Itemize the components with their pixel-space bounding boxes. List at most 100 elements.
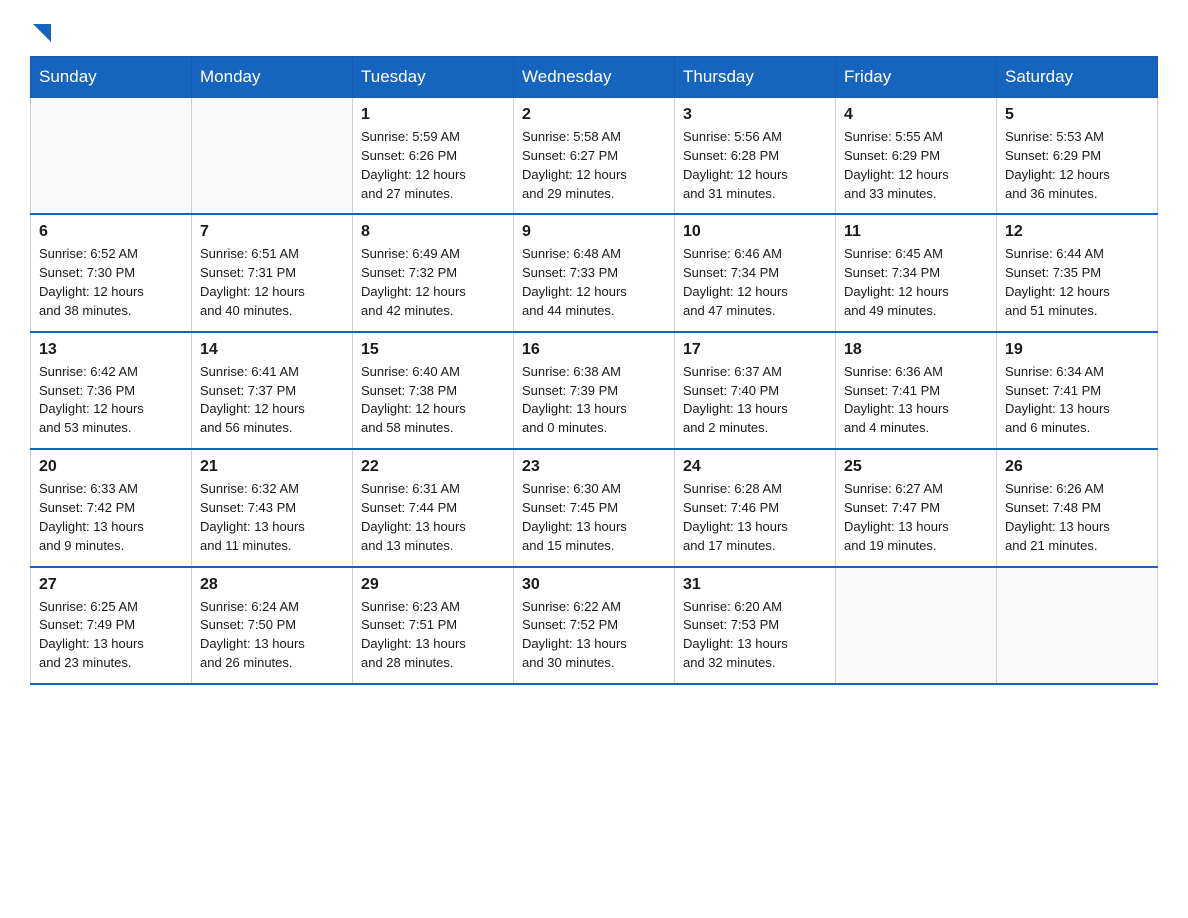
calendar-week-2: 6Sunrise: 6:52 AM Sunset: 7:30 PM Daylig…: [31, 214, 1158, 331]
weekday-header-thursday: Thursday: [675, 57, 836, 98]
calendar-cell: [192, 98, 353, 215]
day-info: Sunrise: 6:49 AM Sunset: 7:32 PM Dayligh…: [361, 245, 505, 320]
calendar-week-3: 13Sunrise: 6:42 AM Sunset: 7:36 PM Dayli…: [31, 332, 1158, 449]
day-info: Sunrise: 6:45 AM Sunset: 7:34 PM Dayligh…: [844, 245, 988, 320]
weekday-header-sunday: Sunday: [31, 57, 192, 98]
day-info: Sunrise: 6:36 AM Sunset: 7:41 PM Dayligh…: [844, 363, 988, 438]
calendar-header: SundayMondayTuesdayWednesdayThursdayFrid…: [31, 57, 1158, 98]
day-number: 15: [361, 341, 505, 359]
day-info: Sunrise: 6:33 AM Sunset: 7:42 PM Dayligh…: [39, 480, 183, 555]
calendar-body: 1 Sunrise: 5:59 AM Sunset: 6:26 PM Daylig…: [31, 98, 1158, 684]
day-number: 25: [844, 458, 988, 476]
calendar-cell: 19 Sunrise: 6:34 AM Sunset: 7:41 PM Dayli…: [997, 332, 1158, 449]
calendar-cell: 10Sunrise: 6:46 AM Sunset: 7:34 PM Dayli…: [675, 214, 836, 331]
day-info: Sunrise: 6:25 AM Sunset: 7:49 PM Dayligh…: [39, 598, 183, 673]
day-info: Sunrise: 6:46 AM Sunset: 7:34 PM Dayligh…: [683, 245, 827, 320]
calendar-cell: 1 Sunrise: 5:59 AM Sunset: 6:26 PM Daylig…: [353, 98, 514, 215]
calendar-table: SundayMondayTuesdayWednesdayThursdayFrid…: [30, 56, 1158, 685]
day-number: 5: [1005, 106, 1149, 124]
day-number: 11: [844, 223, 988, 241]
day-number: 2: [522, 106, 666, 124]
day-info: Sunrise: 6:38 AM Sunset: 7:39 PM Dayligh…: [522, 363, 666, 438]
day-info: Sunrise: 6:48 AM Sunset: 7:33 PM Dayligh…: [522, 245, 666, 320]
day-number: 28: [200, 576, 344, 594]
day-info: Sunrise: 6:34 AM Sunset: 7:41 PM Dayligh…: [1005, 363, 1149, 438]
weekday-header-row: SundayMondayTuesdayWednesdayThursdayFrid…: [31, 57, 1158, 98]
calendar-cell: 6Sunrise: 6:52 AM Sunset: 7:30 PM Daylig…: [31, 214, 192, 331]
calendar-cell: 22 Sunrise: 6:31 AM Sunset: 7:44 PM Dayli…: [353, 449, 514, 566]
calendar-week-5: 27Sunrise: 6:25 AM Sunset: 7:49 PM Dayli…: [31, 567, 1158, 684]
calendar-cell: 24Sunrise: 6:28 AM Sunset: 7:46 PM Dayli…: [675, 449, 836, 566]
calendar-cell: 29 Sunrise: 6:23 AM Sunset: 7:51 PM Dayli…: [353, 567, 514, 684]
day-info: Sunrise: 6:44 AM Sunset: 7:35 PM Dayligh…: [1005, 245, 1149, 320]
calendar-cell: 17 Sunrise: 6:37 AM Sunset: 7:40 PM Dayli…: [675, 332, 836, 449]
day-info: Sunrise: 6:52 AM Sunset: 7:30 PM Dayligh…: [39, 245, 183, 320]
day-number: 3: [683, 106, 827, 124]
logo-general-text: [30, 20, 51, 48]
day-info: Sunrise: 6:22 AM Sunset: 7:52 PM Dayligh…: [522, 598, 666, 673]
day-number: 19: [1005, 341, 1149, 359]
day-number: 21: [200, 458, 344, 476]
calendar-cell: 31 Sunrise: 6:20 AM Sunset: 7:53 PM Dayli…: [675, 567, 836, 684]
calendar-cell: 12 Sunrise: 6:44 AM Sunset: 7:35 PM Dayli…: [997, 214, 1158, 331]
day-number: 30: [522, 576, 666, 594]
calendar-cell: 30 Sunrise: 6:22 AM Sunset: 7:52 PM Dayli…: [514, 567, 675, 684]
day-number: 13: [39, 341, 183, 359]
day-info: Sunrise: 5:56 AM Sunset: 6:28 PM Dayligh…: [683, 128, 827, 203]
logo: [30, 20, 51, 46]
day-number: 1: [361, 106, 505, 124]
calendar-cell: 26 Sunrise: 6:26 AM Sunset: 7:48 PM Dayli…: [997, 449, 1158, 566]
day-number: 14: [200, 341, 344, 359]
day-number: 9: [522, 223, 666, 241]
day-number: 26: [1005, 458, 1149, 476]
calendar-cell: 27Sunrise: 6:25 AM Sunset: 7:49 PM Dayli…: [31, 567, 192, 684]
weekday-header-wednesday: Wednesday: [514, 57, 675, 98]
day-info: Sunrise: 6:27 AM Sunset: 7:47 PM Dayligh…: [844, 480, 988, 555]
day-info: Sunrise: 6:31 AM Sunset: 7:44 PM Dayligh…: [361, 480, 505, 555]
day-number: 22: [361, 458, 505, 476]
logo-arrow-icon: [33, 24, 51, 42]
day-number: 31: [683, 576, 827, 594]
day-info: Sunrise: 6:24 AM Sunset: 7:50 PM Dayligh…: [200, 598, 344, 673]
calendar-cell: 3 Sunrise: 5:56 AM Sunset: 6:28 PM Daylig…: [675, 98, 836, 215]
calendar-cell: 18 Sunrise: 6:36 AM Sunset: 7:41 PM Dayli…: [836, 332, 997, 449]
weekday-header-saturday: Saturday: [997, 57, 1158, 98]
calendar-cell: 28 Sunrise: 6:24 AM Sunset: 7:50 PM Dayli…: [192, 567, 353, 684]
day-info: Sunrise: 5:59 AM Sunset: 6:26 PM Dayligh…: [361, 128, 505, 203]
day-info: Sunrise: 6:51 AM Sunset: 7:31 PM Dayligh…: [200, 245, 344, 320]
day-number: 12: [1005, 223, 1149, 241]
weekday-header-tuesday: Tuesday: [353, 57, 514, 98]
day-number: 29: [361, 576, 505, 594]
day-info: Sunrise: 5:55 AM Sunset: 6:29 PM Dayligh…: [844, 128, 988, 203]
day-info: Sunrise: 5:53 AM Sunset: 6:29 PM Dayligh…: [1005, 128, 1149, 203]
calendar-cell: 25 Sunrise: 6:27 AM Sunset: 7:47 PM Dayli…: [836, 449, 997, 566]
calendar-cell: [31, 98, 192, 215]
day-number: 17: [683, 341, 827, 359]
calendar-cell: 16 Sunrise: 6:38 AM Sunset: 7:39 PM Dayli…: [514, 332, 675, 449]
day-number: 16: [522, 341, 666, 359]
calendar-week-1: 1 Sunrise: 5:59 AM Sunset: 6:26 PM Daylig…: [31, 98, 1158, 215]
day-number: 24: [683, 458, 827, 476]
day-info: Sunrise: 6:26 AM Sunset: 7:48 PM Dayligh…: [1005, 480, 1149, 555]
calendar-cell: 8 Sunrise: 6:49 AM Sunset: 7:32 PM Daylig…: [353, 214, 514, 331]
weekday-header-friday: Friday: [836, 57, 997, 98]
calendar-cell: 2Sunrise: 5:58 AM Sunset: 6:27 PM Daylig…: [514, 98, 675, 215]
day-number: 7: [200, 223, 344, 241]
calendar-cell: [836, 567, 997, 684]
calendar-cell: 4Sunrise: 5:55 AM Sunset: 6:29 PM Daylig…: [836, 98, 997, 215]
day-info: Sunrise: 6:23 AM Sunset: 7:51 PM Dayligh…: [361, 598, 505, 673]
day-number: 8: [361, 223, 505, 241]
weekday-header-monday: Monday: [192, 57, 353, 98]
calendar-cell: 14 Sunrise: 6:41 AM Sunset: 7:37 PM Dayli…: [192, 332, 353, 449]
day-info: Sunrise: 6:30 AM Sunset: 7:45 PM Dayligh…: [522, 480, 666, 555]
day-info: Sunrise: 6:41 AM Sunset: 7:37 PM Dayligh…: [200, 363, 344, 438]
day-info: Sunrise: 6:20 AM Sunset: 7:53 PM Dayligh…: [683, 598, 827, 673]
day-info: Sunrise: 6:32 AM Sunset: 7:43 PM Dayligh…: [200, 480, 344, 555]
day-info: Sunrise: 6:37 AM Sunset: 7:40 PM Dayligh…: [683, 363, 827, 438]
calendar-cell: 7 Sunrise: 6:51 AM Sunset: 7:31 PM Daylig…: [192, 214, 353, 331]
calendar-cell: 9 Sunrise: 6:48 AM Sunset: 7:33 PM Daylig…: [514, 214, 675, 331]
day-number: 18: [844, 341, 988, 359]
calendar-cell: [997, 567, 1158, 684]
calendar-cell: 13Sunrise: 6:42 AM Sunset: 7:36 PM Dayli…: [31, 332, 192, 449]
calendar-cell: 20Sunrise: 6:33 AM Sunset: 7:42 PM Dayli…: [31, 449, 192, 566]
